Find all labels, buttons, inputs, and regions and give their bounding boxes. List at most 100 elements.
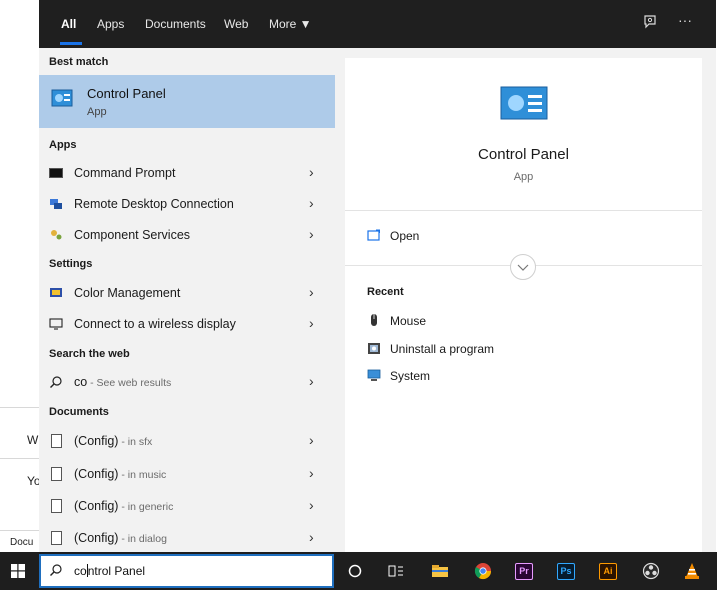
chevron-right-icon[interactable]: ›	[309, 373, 314, 389]
tab-apps[interactable]: Apps	[97, 17, 124, 31]
chevron-right-icon[interactable]: ›	[309, 164, 314, 180]
document-icon	[49, 434, 63, 448]
expand-chevron-button[interactable]	[510, 254, 536, 280]
preview-title: Control Panel	[478, 146, 569, 163]
list-item[interactable]: Component Services ›	[39, 220, 335, 250]
document-label: (Config) - in generic	[74, 499, 173, 513]
taskbar-search-box[interactable]: control Panel	[39, 554, 334, 588]
document-label: (Config) - in dialog	[74, 531, 167, 545]
chevron-right-icon[interactable]: ›	[309, 529, 314, 545]
taskbar: control Panel Pr Ps Ai	[0, 552, 717, 590]
feedback-icon[interactable]	[642, 14, 658, 33]
list-item[interactable]: co - See web results ›	[39, 367, 335, 397]
recent-item[interactable]: System	[390, 369, 430, 383]
command-prompt-icon	[49, 166, 63, 180]
task-view-icon[interactable]	[386, 561, 406, 581]
document-label: (Config) - in sfx	[74, 434, 152, 448]
list-item[interactable]: Connect to a wireless display ›	[39, 309, 335, 339]
bg-text: W	[27, 433, 39, 447]
document-location: - in music	[118, 469, 167, 481]
app-label: Component Services	[74, 228, 191, 242]
document-name: (Config)	[74, 434, 119, 448]
list-item[interactable]: (Config) - in generic ›	[39, 491, 335, 521]
vlc-icon[interactable]	[682, 561, 702, 581]
windows-start-icon[interactable]	[11, 564, 25, 578]
list-item[interactable]: (Config) - in sfx ›	[39, 426, 335, 456]
ellipsis-icon[interactable]: ···	[678, 12, 692, 28]
document-location: - in sfx	[118, 436, 153, 448]
photoshop-label: Ps	[557, 562, 575, 580]
control-panel-large-icon	[500, 86, 548, 120]
section-documents: Documents	[49, 406, 109, 418]
list-item[interactable]: (Config) - in dialog ›	[39, 523, 335, 553]
search-icon	[49, 563, 63, 577]
filter-tab-bar: All Apps Documents Web More ▼ ···	[39, 0, 716, 48]
illustrator-label: Ai	[599, 562, 617, 580]
bg-divider	[0, 530, 39, 531]
chevron-right-icon[interactable]: ›	[309, 226, 314, 242]
tab-documents[interactable]: Documents	[145, 17, 206, 31]
search-flyout: All Apps Documents Web More ▼ ··· Best m…	[39, 0, 716, 552]
web-search-query: co	[74, 375, 88, 389]
search-icon	[49, 375, 63, 389]
search-suggestion-text: ntrol Panel	[87, 564, 146, 578]
section-best-match: Best match	[49, 56, 109, 68]
obs-icon[interactable]	[641, 561, 661, 581]
active-tab-indicator	[60, 42, 82, 45]
chevron-right-icon[interactable]: ›	[309, 284, 314, 300]
chrome-icon[interactable]	[473, 561, 493, 581]
app-label: Command Prompt	[74, 166, 176, 180]
web-search-sub: - See web results	[87, 377, 172, 389]
best-match-item[interactable]: Control Panel App	[39, 75, 335, 128]
section-search-web: Search the web	[49, 348, 130, 360]
component-services-icon	[49, 228, 63, 242]
chevron-right-icon[interactable]: ›	[309, 432, 314, 448]
tab-web[interactable]: Web	[224, 17, 248, 31]
results-list: Best match Control Panel App Apps Comman…	[39, 48, 335, 552]
list-item[interactable]: Command Prompt ›	[39, 158, 335, 188]
open-icon	[367, 228, 381, 241]
document-icon	[49, 499, 63, 513]
color-management-icon	[49, 286, 63, 300]
document-icon	[49, 467, 63, 481]
recent-heading: Recent	[367, 286, 404, 298]
web-search-label: co - See web results	[74, 375, 171, 389]
section-apps: Apps	[49, 139, 77, 151]
control-panel-icon	[51, 89, 73, 107]
best-match-subtitle: App	[87, 106, 107, 118]
settings-label: Color Management	[74, 286, 181, 300]
document-name: (Config)	[74, 467, 119, 481]
preview-subtitle: App	[513, 171, 534, 183]
tab-all[interactable]: All	[61, 17, 76, 31]
photoshop-icon[interactable]: Ps	[556, 561, 576, 581]
mouse-icon	[367, 313, 381, 327]
open-action[interactable]: Open	[390, 229, 419, 243]
premiere-icon[interactable]: Pr	[514, 561, 534, 581]
search-input[interactable]: control Panel	[74, 564, 145, 578]
chevron-right-icon[interactable]: ›	[309, 195, 314, 211]
chevron-down-icon	[517, 264, 529, 271]
document-icon	[49, 531, 63, 545]
chevron-right-icon[interactable]: ›	[309, 497, 314, 513]
document-location: - in dialog	[118, 533, 167, 545]
list-item[interactable]: (Config) - in music ›	[39, 459, 335, 489]
cortana-icon[interactable]	[345, 561, 365, 581]
search-typed-text: co	[74, 564, 87, 578]
illustrator-icon[interactable]: Ai	[598, 561, 618, 581]
file-explorer-icon[interactable]	[430, 561, 450, 581]
wireless-display-icon	[49, 317, 63, 331]
bg-divider	[0, 458, 39, 459]
document-location: - in generic	[118, 501, 174, 513]
list-item[interactable]: Color Management ›	[39, 278, 335, 308]
recent-item[interactable]: Mouse	[390, 314, 426, 328]
system-icon	[367, 368, 381, 382]
chevron-right-icon[interactable]: ›	[309, 315, 314, 331]
chevron-right-icon[interactable]: ›	[309, 465, 314, 481]
recent-item[interactable]: Uninstall a program	[390, 342, 494, 356]
best-match-title: Control Panel	[87, 86, 166, 101]
list-item[interactable]: Remote Desktop Connection ›	[39, 189, 335, 219]
tab-more[interactable]: More ▼	[269, 17, 312, 31]
document-label: (Config) - in music	[74, 467, 166, 481]
remote-desktop-icon	[49, 197, 63, 211]
bg-divider	[0, 407, 39, 408]
